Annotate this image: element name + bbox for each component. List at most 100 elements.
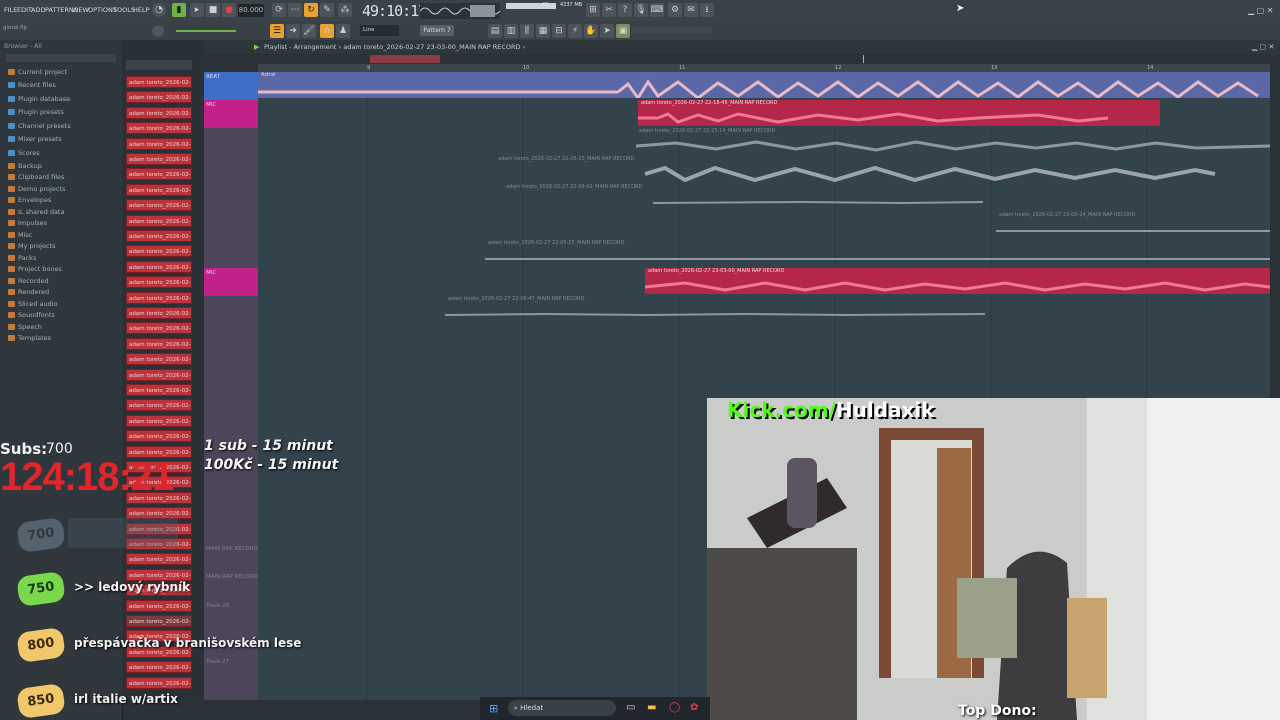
- channel-item[interactable]: adam toreto_2026-02-2...: [126, 245, 192, 258]
- channel-item[interactable]: adam toreto_2026-02-2...: [126, 414, 192, 427]
- piano-roll-icon[interactable]: ▥: [504, 24, 518, 38]
- browser-view-icon[interactable]: ⊟: [552, 24, 566, 38]
- channel-item[interactable]: adam toreto_2026-02-2...: [126, 122, 192, 135]
- channel-item[interactable]: adam toreto_2026-02-2...: [126, 106, 192, 119]
- arrow-icon[interactable]: ➜: [286, 24, 300, 38]
- metronome-icon[interactable]: ◔: [152, 3, 166, 17]
- browser-item-project-bones[interactable]: Project bones: [8, 265, 62, 273]
- task-view-icon[interactable]: ▭: [626, 702, 635, 713]
- browser-item-channel-presets[interactable]: Channel presets: [8, 122, 71, 130]
- channel-item[interactable]: adam toreto_2026-02-2...: [126, 307, 192, 319]
- clip-take-6[interactable]: adam toreto_2026-02-27 22-06-47_MAIN RAP…: [445, 296, 1023, 322]
- pattern-selector[interactable]: Pattern 7: [420, 25, 454, 36]
- channel-item[interactable]: adam toreto_2026-02-2...: [126, 153, 192, 165]
- channel-item[interactable]: adam toreto_2026-02-2...: [126, 353, 192, 366]
- brush-icon[interactable]: 🖌: [302, 24, 316, 38]
- touch-icon[interactable]: ✋: [584, 24, 598, 38]
- channel-item[interactable]: adam toreto_2026-02-2...: [126, 430, 192, 443]
- menu-view[interactable]: VIEW: [72, 6, 89, 14]
- channel-item[interactable]: adam toreto_2026-02-2...: [126, 230, 192, 242]
- opera-icon[interactable]: ◯: [669, 702, 680, 713]
- clip-take-1[interactable]: adam toreto_2026-02-27 22-25-14_MAIN RAP…: [636, 128, 1270, 154]
- tempo-display[interactable]: 80.000: [238, 4, 264, 17]
- browser-item-backup[interactable]: Backup: [8, 162, 42, 170]
- file-explorer-icon[interactable]: ▬: [647, 702, 656, 713]
- download-icon[interactable]: ⭳: [700, 3, 714, 17]
- channel-item[interactable]: adam toreto_2026-02-2...: [126, 661, 192, 674]
- chat-icon[interactable]: ✉: [684, 3, 698, 17]
- blend-icon[interactable]: ⁂: [338, 3, 352, 17]
- channel-rack-icon[interactable]: ▤: [488, 24, 502, 38]
- playlist-view-icon[interactable]: ▦: [536, 24, 550, 38]
- playlist-window-controls[interactable]: ▁ ▢ ✕: [1252, 43, 1274, 51]
- browser-item-misc[interactable]: Misc: [8, 231, 32, 239]
- channel-item[interactable]: adam toreto_2026-02-2...: [126, 337, 192, 350]
- browser-item-recorded[interactable]: Recorded: [8, 277, 49, 285]
- keyboard-icon[interactable]: ⌨: [650, 3, 664, 17]
- browser-item-clipboard-files[interactable]: Clipboard files: [8, 173, 64, 181]
- menu-tools[interactable]: TOOLS: [113, 6, 135, 14]
- fl-studio-icon[interactable]: ✿: [690, 702, 698, 713]
- browser-item-demo-projects[interactable]: Demo projects: [8, 185, 65, 193]
- taskbar-search[interactable]: ⌕ Hledat: [508, 700, 616, 716]
- channel-item[interactable]: adam toreto_2026-02-2...: [126, 137, 192, 150]
- channel-item[interactable]: adam toreto_2026-02-2...: [126, 260, 192, 273]
- wait-icon[interactable]: ⟳: [272, 3, 286, 17]
- mixer-icon[interactable]: ⊞: [586, 3, 600, 17]
- step-edit-icon[interactable]: ✎: [320, 3, 334, 17]
- clip-mic-1[interactable]: adam toreto_2026-02-27 22-18-45_MAIN RAP…: [638, 100, 1160, 126]
- send-icon[interactable]: ➤: [600, 24, 614, 38]
- browser-item-plugin-database[interactable]: Plugin database: [8, 95, 70, 103]
- menu-add[interactable]: ADD: [31, 6, 45, 14]
- stamp-icon[interactable]: ♟: [336, 24, 350, 38]
- channel-item[interactable]: adam toreto_2026-02-2...: [126, 368, 192, 381]
- channel-item[interactable]: adam toreto_2026-02-2...: [126, 214, 192, 227]
- channel-item[interactable]: adam toreto_2026-02-2...: [126, 553, 192, 566]
- browser-item-packs[interactable]: Packs: [8, 254, 36, 262]
- channel-item[interactable]: adam toreto_2026-02-2...: [126, 91, 192, 104]
- clip-take-4[interactable]: adam toreto_2026-02-27 23-00-24_MAIN RAP…: [996, 212, 1270, 238]
- browser-item-recent-files[interactable]: Recent files: [8, 81, 56, 89]
- window-controls[interactable]: ▁ ▢ ✕: [1248, 6, 1274, 15]
- snap-select[interactable]: Line: [360, 25, 399, 36]
- plugin-icon[interactable]: ⚙: [668, 3, 682, 17]
- magnet-icon[interactable]: ∩: [320, 24, 334, 38]
- clip-take-3[interactable]: adam toreto_2026-02-27 22-38-42_MAIN RAP…: [503, 184, 1023, 210]
- plugin-picker-icon[interactable]: ⚡: [568, 24, 582, 38]
- master-pitch-knob[interactable]: [152, 25, 164, 37]
- browser-item-plugin-presets[interactable]: Plugin presets: [8, 108, 64, 116]
- windows-start-icon[interactable]: ⊞: [489, 702, 498, 715]
- browser-item-templates[interactable]: Templates: [8, 334, 51, 342]
- playlist-scroll-thumb[interactable]: [370, 55, 440, 63]
- browser-item-scores[interactable]: Scores: [8, 149, 40, 157]
- clip-take-5[interactable]: adam toreto_2026-02-27 22-05-25_MAIN RAP…: [485, 240, 1270, 266]
- master-volume-slider[interactable]: [176, 30, 236, 32]
- menu-file[interactable]: FILE: [4, 6, 17, 14]
- clip-mic-2[interactable]: adam toreto_2026-02-27 23-03-00_MAIN RAP…: [645, 268, 1270, 294]
- browser-item-mixer-presets[interactable]: Mixer presets: [8, 135, 62, 143]
- channel-item[interactable]: adam toreto_2026-02-2...: [126, 276, 192, 289]
- playhead[interactable]: [863, 55, 864, 63]
- tempo-tap-icon[interactable]: ▣: [616, 24, 630, 38]
- channel-item[interactable]: adam toreto_2026-02-2...: [126, 76, 192, 88]
- channel-item[interactable]: adam toreto_2026-02-2...: [126, 615, 192, 627]
- master-volume[interactable]: [506, 3, 556, 9]
- browser-item-current-project[interactable]: Current project: [8, 68, 67, 76]
- mic-icon[interactable]: 🎙: [634, 3, 648, 17]
- playlist-icon[interactable]: ☰: [270, 24, 284, 38]
- browser-item-my-projects[interactable]: My projects: [8, 242, 55, 250]
- cut-icon[interactable]: ✂: [602, 3, 616, 17]
- channel-item[interactable]: adam toreto_2026-02-2...: [126, 291, 192, 304]
- channel-item[interactable]: adam toreto_2026-02-2...: [126, 399, 192, 412]
- channel-item[interactable]: adam toreto_2026-02-2...: [126, 199, 192, 212]
- browser-item-sliced-audio[interactable]: Sliced audio: [8, 300, 58, 308]
- browser-item-il-shared-data[interactable]: IL shared data: [8, 208, 64, 216]
- browser-item-speech[interactable]: Speech: [8, 323, 42, 331]
- channel-item[interactable]: adam toreto_2026-02-2...: [126, 322, 192, 335]
- loop-record-icon[interactable]: ↻: [304, 3, 318, 17]
- mixer-view-icon[interactable]: ⫼: [520, 24, 534, 38]
- browser-item-impulses[interactable]: Impulses: [8, 219, 47, 227]
- clip-take-2[interactable]: adam toreto_2026-02-27 22-26-35_MAIN RAP…: [495, 156, 1270, 182]
- help-icon[interactable]: ?: [618, 3, 632, 17]
- countdown-icon[interactable]: ⋯: [288, 3, 302, 17]
